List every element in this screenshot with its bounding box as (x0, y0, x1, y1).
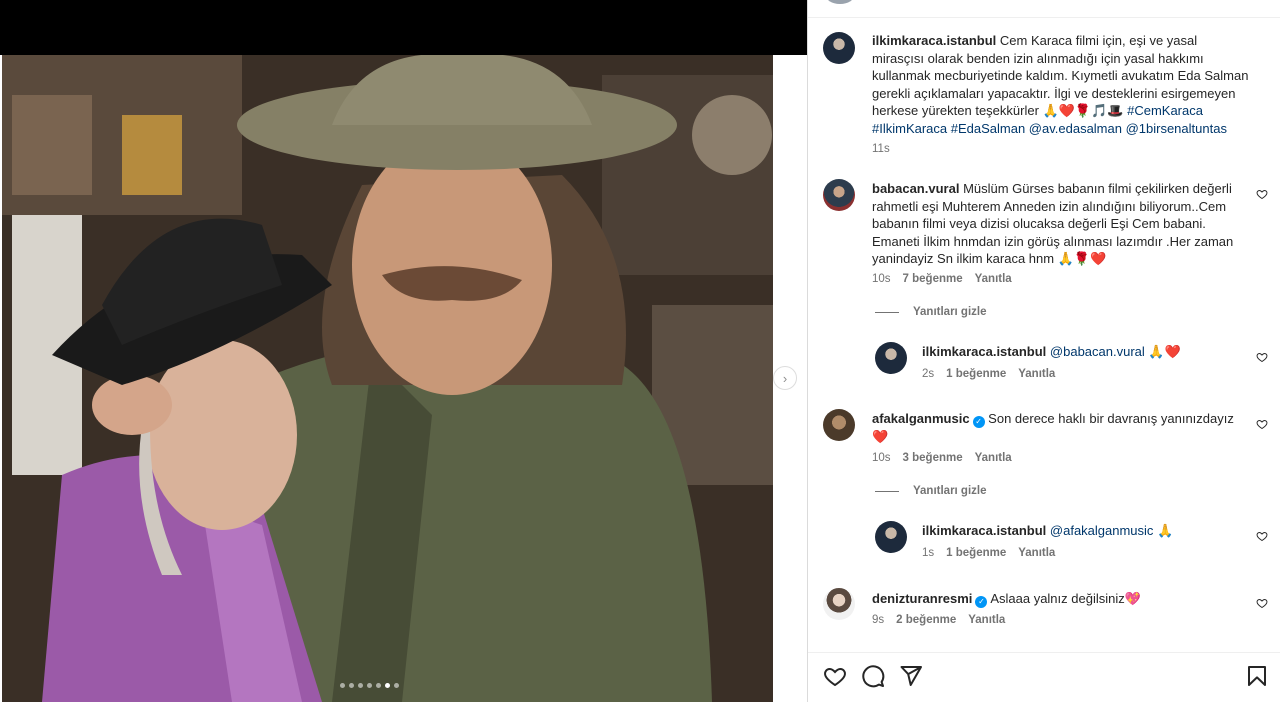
carousel-dot (340, 683, 345, 688)
comment-username[interactable]: afakalganmusic (872, 411, 970, 426)
reply-meta: 2s 1 beğenme Yanıtla (922, 368, 1055, 380)
reply-button[interactable]: Yanıtla (1018, 547, 1055, 559)
avatar (825, 0, 855, 4)
comment-item: babacan.vural Müslüm Gürses babanın film… (872, 180, 1252, 268)
reply-meta: 1s 1 beğenme Yanıtla (922, 547, 1055, 559)
comment-time: 9s (872, 614, 885, 626)
reply-mention[interactable]: @babacan.vural (1050, 344, 1145, 359)
heart-icon[interactable] (1256, 530, 1268, 542)
heart-icon[interactable] (1256, 188, 1268, 200)
carousel-dot (376, 683, 381, 688)
comment-item: afakalganmusic ✓ Son derece haklı bir dav… (872, 410, 1252, 446)
avatar[interactable] (823, 588, 855, 620)
comment-meta: 9s 2 beğenme Yanıtla (872, 614, 1005, 626)
caption-time: 11s (872, 143, 890, 155)
comment-item: denizturanresmi ✓ Aslaaa yalnız değilsini… (872, 590, 1252, 608)
comments-scroll-area[interactable]: ilkimkaraca.istanbul Cem Karaca filmi iç… (808, 0, 1280, 652)
divider (875, 311, 899, 313)
reply-button[interactable]: Yanıtla (975, 273, 1012, 285)
carousel-dot (349, 683, 354, 688)
comment-meta: 10s 3 beğenme Yanıtla (872, 452, 1012, 464)
comment-time: 10s (872, 273, 891, 285)
photo-illustration (2, 55, 773, 702)
media-top-bar (0, 0, 807, 55)
carousel-dot (394, 683, 399, 688)
reply-username[interactable]: ilkimkaraca.istanbul (922, 344, 1046, 359)
comment-icon[interactable] (861, 664, 885, 688)
verified-badge-icon: ✓ (972, 416, 985, 428)
comment-username[interactable]: denizturanresmi (872, 591, 972, 606)
comments-panel: ilkimkaraca.istanbul Cem Karaca filmi iç… (807, 0, 1280, 702)
reply-likes[interactable]: 1 beğenme (946, 547, 1006, 559)
verified-badge-icon: ✓ (975, 596, 988, 608)
reply-item: ilkimkaraca.istanbul @afakalganmusic 🙏 (922, 522, 1252, 540)
comment-meta: 10s 7 beğenme Yanıtla (872, 273, 1012, 285)
comment-time: 10s (872, 452, 891, 464)
carousel-dot (367, 683, 372, 688)
avatar[interactable] (875, 521, 907, 553)
hide-replies-button[interactable]: Yanıtları gizle (875, 485, 987, 497)
post-photo[interactable] (2, 55, 773, 702)
heart-icon[interactable] (823, 664, 847, 688)
caption-username[interactable]: ilkimkaraca.istanbul (872, 33, 996, 48)
comment-likes[interactable]: 7 beğenme (903, 273, 963, 285)
caption-meta: 11s (872, 143, 890, 155)
comment-username[interactable]: babacan.vural (872, 181, 959, 196)
heart-icon[interactable] (1256, 597, 1268, 609)
heart-icon[interactable] (1256, 351, 1268, 363)
paper-plane-icon[interactable] (899, 664, 923, 688)
comment-likes[interactable]: 2 beğenme (896, 614, 956, 626)
reply-button[interactable]: Yanıtla (968, 614, 1005, 626)
reply-item: ilkimkaraca.istanbul @babacan.vural 🙏❤️ (922, 343, 1252, 361)
reply-mention[interactable]: @afakalganmusic (1050, 523, 1154, 538)
comment-likes[interactable]: 3 beğenme (903, 452, 963, 464)
reply-username[interactable]: ilkimkaraca.istanbul (922, 523, 1046, 538)
post-caption: ilkimkaraca.istanbul Cem Karaca filmi iç… (872, 32, 1252, 137)
hide-replies-button[interactable]: Yanıtları gizle (875, 306, 987, 318)
hide-replies-label: Yanıtları gizle (913, 306, 987, 318)
avatar[interactable] (823, 409, 855, 441)
post-media: › (0, 0, 807, 702)
bookmark-icon[interactable] (1245, 664, 1269, 688)
carousel-dot (358, 683, 363, 688)
avatar[interactable] (875, 342, 907, 374)
avatar[interactable] (823, 32, 855, 64)
reply-button[interactable]: Yanıtla (975, 452, 1012, 464)
avatar[interactable] (823, 179, 855, 211)
reply-button[interactable]: Yanıtla (1018, 368, 1055, 380)
heart-icon[interactable] (1256, 418, 1268, 430)
divider (875, 490, 899, 492)
reply-time: 2s (922, 368, 935, 380)
divider (808, 17, 1280, 18)
comment-text: Aslaaa yalnız değilsiniz💖 (990, 591, 1141, 606)
reply-emoji: 🙏❤️ (1148, 344, 1181, 359)
reply-time: 1s (922, 547, 935, 559)
carousel-dots (340, 683, 399, 688)
carousel-dot (385, 683, 390, 688)
reply-likes[interactable]: 1 beğenme (946, 368, 1006, 380)
reply-emoji: 🙏 (1157, 523, 1174, 538)
hide-replies-label: Yanıtları gizle (913, 485, 987, 497)
chevron-right-icon[interactable]: › (773, 366, 797, 390)
